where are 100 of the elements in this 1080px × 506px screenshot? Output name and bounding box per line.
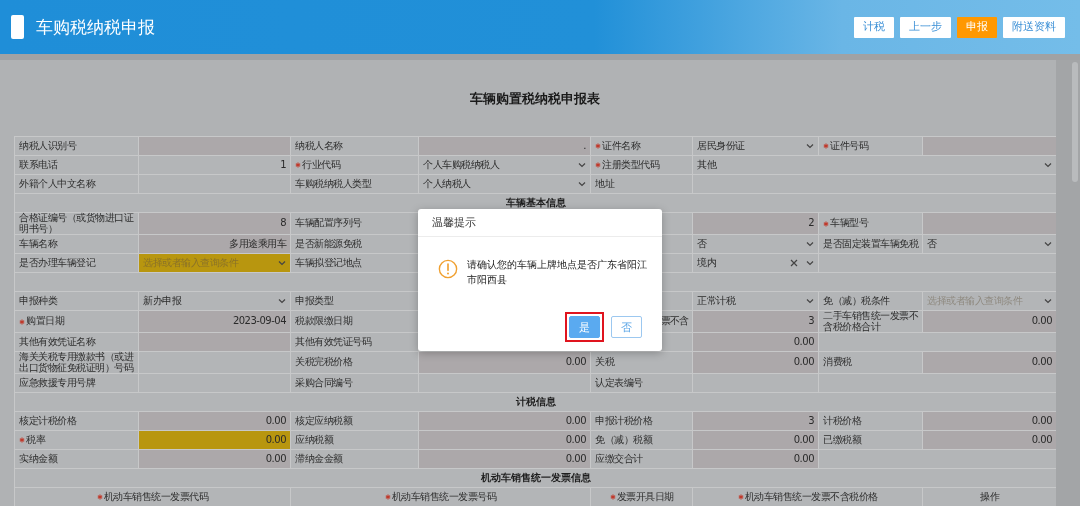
select-field[interactable]: 新办申报 [139,292,290,310]
toolbar-button[interactable]: 附送资料 [1003,16,1065,38]
field-label: 票不含 [661,316,688,327]
readonly-field: 0.00 [419,412,590,430]
caret-icon [578,180,586,188]
clear-icon[interactable] [790,259,798,267]
field-label: 二手车销售统一发票不含税价格合计 [823,311,918,332]
caret-icon [806,259,814,267]
required-icon [96,494,103,500]
readonly-field: 0.00 [693,352,818,373]
readonly-field: 0.00 [923,412,1056,430]
dialog-message: 请确认您的车辆上牌地点是否广东省阳江市阳西县 [467,258,648,287]
column-header: 操作 [980,491,999,503]
input-field[interactable] [139,352,290,373]
readonly-field: 0.00 [139,412,290,430]
caret-icon [278,297,286,305]
select-field[interactable]: 居民身份证 [693,137,818,155]
input-field[interactable] [819,333,1056,351]
select-field[interactable]: 个人车购税纳税人 [419,156,590,174]
readonly-field: . [419,137,590,155]
readonly-field: 0.00 [139,450,290,468]
field-label: 联系电话 [19,159,57,171]
field-label: 申报种类 [19,295,57,307]
field-label: 证件名称 [602,140,640,152]
readonly-field: 0.00 [923,311,1056,332]
required-icon [609,494,616,500]
field-label: 认定表编号 [595,377,643,389]
field-label: 车辆拟登记地点 [295,257,362,269]
field-label: 关税完税价格 [295,357,352,368]
field-label: 是否办理车辆登记 [19,257,95,269]
field-label: 其他有效凭证名称 [19,336,95,348]
select-field[interactable]: 正常计税 [693,292,818,310]
select-field[interactable]: 其他 [693,156,1056,174]
readonly-field: 0.00 [693,333,818,351]
readonly-field: 0.00 [419,431,590,449]
select-field[interactable]: 否 [923,235,1056,253]
select-field[interactable]: 否 [693,235,818,253]
readonly-field: 0.00 [419,450,590,468]
required-icon [737,494,744,500]
field-label: 税率 [26,434,45,446]
required-icon [19,318,25,325]
input-field[interactable] [693,175,1056,193]
field-label: 税款限缴日期 [295,316,352,327]
field-label: 纳税人识别号 [19,140,76,152]
field-label: 核定计税价格 [19,415,76,427]
field-label: 海关关税专用缴款书（或进出口货物征免税证明）号码 [19,352,134,373]
readonly-field: 0.00 [139,431,290,449]
field-label: 外籍个人中文名称 [19,178,95,190]
input-field[interactable] [819,374,1056,392]
input-field[interactable] [660,235,692,253]
field-label: 其他有效凭证号码 [295,336,371,348]
field-label: 实纳金额 [19,453,57,465]
field-label: 申报类型 [295,295,333,307]
required-icon [384,494,391,500]
input-field[interactable] [419,374,590,392]
readonly-field: 0.00 [923,431,1056,449]
field-label: 免（减）税条件 [823,295,890,307]
readonly-field: 0.00 [923,352,1056,373]
input-field[interactable] [660,213,692,234]
readonly-field: 0.00 [693,450,818,468]
column-header: 机动车销售统一发票不含税价格 [744,491,878,503]
field-label: 是否固定装置车辆免税 [823,238,918,250]
input-field[interactable] [660,292,692,310]
field-label: 车辆配置序列号 [295,218,362,229]
input-field[interactable]: 1 [139,156,290,174]
select-field[interactable]: 境内 [693,254,818,272]
select-field[interactable]: 个人纳税人 [419,175,590,193]
field-label: 消费税 [823,357,852,368]
caret-icon [806,297,814,305]
required-icon [595,143,601,149]
caret-icon [1044,240,1052,248]
column-header: 发票开具日期 [616,491,674,503]
readonly-field: 8 [139,213,290,234]
field-label: 关税 [595,357,614,368]
input-field[interactable] [660,333,692,351]
field-label: 车购税纳税人类型 [295,178,371,190]
input-field[interactable] [660,254,692,272]
warning-icon [438,259,458,279]
caret-icon [278,259,286,267]
field-label: 采购合同编号 [295,377,352,389]
input-field[interactable] [819,254,1056,272]
required-icon [295,162,301,168]
field-label: 是否新能源免税 [295,238,362,250]
input-field[interactable] [693,374,818,392]
field-label: 应缴交合计 [595,453,643,465]
caret-icon [806,240,814,248]
field-label: 购置日期 [26,316,64,327]
dialog-title: 温馨提示 [418,209,662,237]
toolbar-button[interactable]: 计税 [854,16,894,38]
caret-icon [1044,161,1052,169]
input-field[interactable] [819,450,1056,468]
readonly-field: 3 [693,311,818,332]
title-marker-icon [11,15,24,39]
toolbar-button[interactable]: 上一步 [900,16,951,38]
scrollbar-track[interactable] [1056,60,1080,506]
field-label: 免（减）税额 [595,434,652,446]
field-label: 合格证编号（或货物进口证明书号） [19,213,134,234]
field-label: 已缴税额 [823,434,861,446]
field-label: 申报计税价格 [595,415,652,427]
field-label: 车辆型号 [830,218,868,229]
